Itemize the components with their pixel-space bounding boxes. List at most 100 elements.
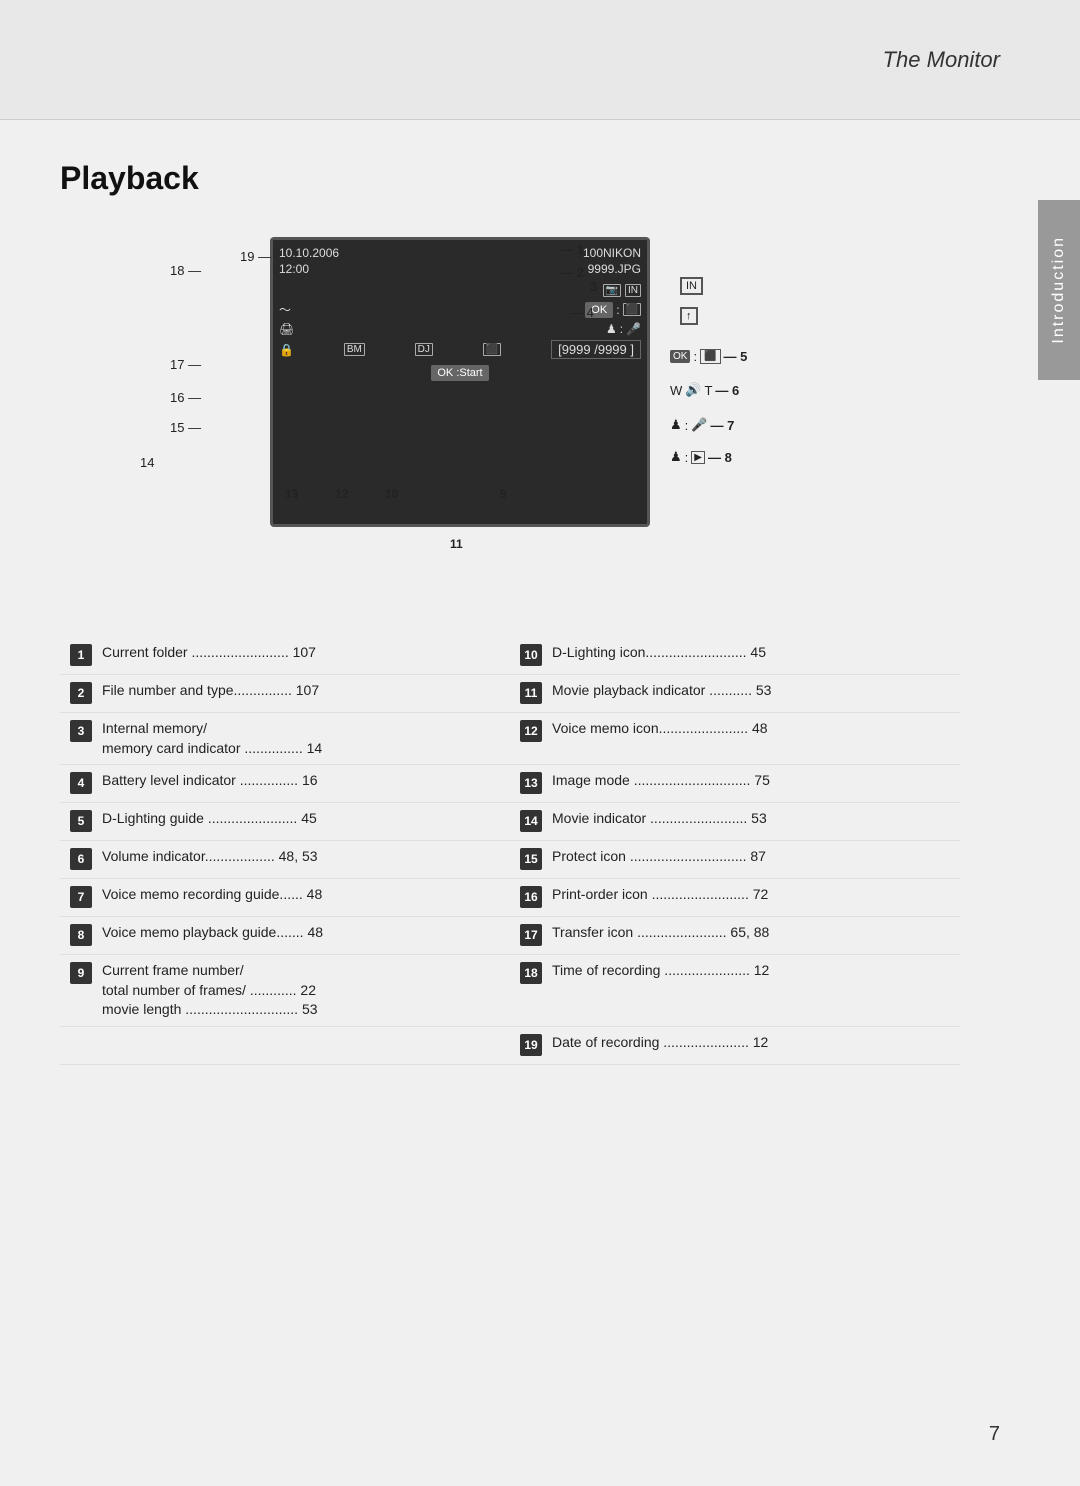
person-8: ♟ (670, 449, 682, 465)
label-2: — 2 (560, 265, 584, 280)
top-bar: The Monitor (0, 0, 1080, 120)
list-item-9: 9 Current frame number/total number of f… (60, 955, 510, 1027)
label-11: 11 (450, 537, 463, 551)
label-8-right: ♟ : ▶ — 8 (670, 449, 732, 465)
label-18: 18 — (170, 263, 201, 278)
sidebar-tab: Introduction (1038, 200, 1080, 380)
page-number: 7 (989, 1423, 1000, 1446)
item-num-15: 15 (520, 848, 542, 870)
list-item-18: 18 Time of recording ...................… (510, 955, 960, 1027)
screen-icon-row: 📷 IN (279, 284, 641, 297)
num-5: — 5 (724, 349, 748, 364)
screen-bot-row: 🔒 BM DJ ⬛ [9999 /9999 ] (279, 340, 641, 359)
screen-row-1: 10.10.2006 100NIKON (279, 246, 641, 260)
item-num-14: 14 (520, 810, 542, 832)
card-icon: 📷 (603, 284, 621, 297)
item-num-5: 5 (70, 810, 92, 832)
diagram-area: 10.10.2006 100NIKON 12:00 9999.JPG 📷 IN … (110, 227, 970, 607)
colon-sep: : (616, 303, 619, 317)
item-text-2: File number and type............... 107 (102, 681, 319, 701)
voice-row: ♟ : 🎤 (606, 322, 641, 336)
label-17: 17 — (170, 357, 201, 372)
print-icon: 🖨 (279, 322, 294, 336)
label-4-right: ↑ (680, 307, 698, 322)
memory-icon: IN (625, 284, 641, 297)
list-item-19: 19 Date of recording ...................… (510, 1027, 960, 1065)
dlight-5: ⬛ (700, 349, 720, 364)
screen-time: 12:00 (279, 262, 309, 276)
item-text-15: Protect icon ...........................… (552, 847, 766, 867)
item-num-12: 12 (520, 720, 542, 742)
label-5-right: OK : ⬛ — 5 (670, 349, 747, 364)
label-9: 9 (500, 487, 507, 501)
mic-7: 🎤 (691, 417, 707, 433)
colon-8: : (685, 450, 689, 465)
item-num-16: 16 (520, 886, 542, 908)
list-item-8: 8 Voice memo playback guide....... 48 (60, 917, 510, 955)
battery-level-icon: ↑ (680, 307, 698, 325)
list-item-10: 10 D-Lighting icon......................… (510, 637, 960, 675)
item-num-8: 8 (70, 924, 92, 946)
list-item-13: 13 Image mode ..........................… (510, 765, 960, 803)
list-item-3: 3 Internal memory/memory card indicator … (60, 713, 510, 765)
num-7: — 7 (710, 418, 734, 433)
item-text-4: Battery level indicator ............... … (102, 771, 318, 791)
label-10: 10 (385, 487, 398, 501)
item-num-6: 6 (70, 848, 92, 870)
item-text-9: Current frame number/total number of fra… (102, 961, 318, 1020)
screen-row-2: 12:00 9999.JPG (279, 262, 641, 276)
item-text-17: Transfer icon ....................... 65… (552, 923, 769, 943)
section-title: Playback (60, 160, 1020, 197)
num-8: — 8 (708, 450, 732, 465)
list-item-16: 16 Print-order icon ....................… (510, 879, 960, 917)
label-14: 14 (140, 455, 154, 470)
item-num-10: 10 (520, 644, 542, 666)
item-text-8: Voice memo playback guide....... 48 (102, 923, 323, 943)
d-light-icon: ⬛ (623, 303, 641, 316)
item-text-5: D-Lighting guide .......................… (102, 809, 317, 829)
protect-icon: 🔒 (279, 343, 294, 357)
item-text-14: Movie indicator ........................… (552, 809, 767, 829)
item-text-3: Internal memory/memory card indicator ..… (102, 719, 322, 758)
label-13: 13 (285, 487, 298, 501)
item-text-16: Print-order icon .......................… (552, 885, 768, 905)
play-8: ▶ (691, 451, 705, 464)
item-num-13: 13 (520, 772, 542, 794)
list-item-11: 11 Movie playback indicator ........... … (510, 675, 960, 713)
item-text-12: Voice memo icon....................... 4… (552, 719, 768, 739)
label-7-right: ♟ : 🎤 — 7 (670, 417, 734, 433)
label-3: 3 (590, 279, 597, 294)
label-4-dash: — 4 (570, 305, 594, 320)
item-text-18: Time of recording ......................… (552, 961, 769, 981)
in-icon: IN (680, 277, 703, 295)
item-text-13: Image mode .............................… (552, 771, 770, 791)
label-12: 12 (335, 487, 348, 501)
label-15: 15 — (170, 420, 201, 435)
label-3-right: IN (680, 277, 703, 292)
frame-counter: [9999 /9999 ] (551, 340, 641, 359)
list-item-4: 4 Battery level indicator ..............… (60, 765, 510, 803)
item-text-19: Date of recording ......................… (552, 1033, 768, 1053)
screen-date: 10.10.2006 (279, 246, 339, 260)
list-item-14: 14 Movie indicator .....................… (510, 803, 960, 841)
item-text-1: Current folder .........................… (102, 643, 316, 663)
mode-icon3: ⬛ (483, 343, 501, 356)
list-item-5: 5 D-Lighting guide .....................… (60, 803, 510, 841)
list-item-12: 12 Voice memo icon......................… (510, 713, 960, 765)
item-num-19: 19 (520, 1034, 542, 1056)
colon2: : (620, 322, 623, 336)
screen-filename: 9999.JPG (588, 262, 641, 276)
item-text-11: Movie playback indicator ........... 53 (552, 681, 771, 701)
mic-icon: 🎤 (626, 322, 641, 336)
item-num-3: 3 (70, 720, 92, 742)
list-item-17: 17 Transfer icon .......................… (510, 917, 960, 955)
main-content: Playback 10.10.2006 100NIKON 12:00 9999.… (60, 120, 1020, 1065)
mode-icon1: BM (344, 343, 365, 356)
ok-start-btn: OK :Start (431, 365, 488, 381)
colon-7: : (685, 418, 689, 433)
label-19: 19 — (240, 249, 271, 264)
screen-mid2-row: 🖨 ♟ : 🎤 (279, 322, 641, 336)
item-num-2: 2 (70, 682, 92, 704)
item-num-7: 7 (70, 886, 92, 908)
item-num-17: 17 (520, 924, 542, 946)
